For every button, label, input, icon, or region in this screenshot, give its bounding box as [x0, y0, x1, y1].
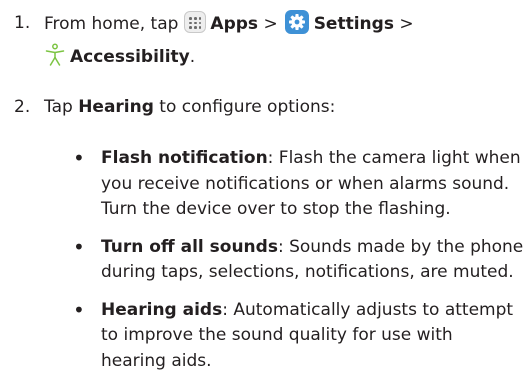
separator-1: >	[263, 14, 278, 34]
bullet-title: Flash notification	[101, 148, 268, 168]
bullet-text: : Flash the camera light when	[267, 148, 521, 168]
step-1-period: .	[189, 47, 196, 67]
settings-icon	[284, 10, 309, 34]
accessibility-label: Accessibility	[70, 47, 190, 67]
settings-label: Settings	[313, 14, 394, 34]
bullet-glyph: •	[73, 235, 85, 259]
bullet-title: Hearing aids	[101, 300, 223, 320]
step-1-prefix: From home, tap	[44, 14, 179, 34]
bullet-glyph: •	[73, 298, 85, 322]
hearing-label: Hearing	[78, 97, 154, 117]
bullet-text: to improve the sound quality for use wit…	[101, 325, 453, 345]
apps-label: Apps	[210, 14, 259, 34]
accessibility-icon	[44, 43, 66, 67]
step-2-suffix: to configure options:	[153, 97, 336, 117]
step-1-number: 1.	[14, 13, 31, 33]
bullet-text: during taps, selections, notifications, …	[101, 262, 514, 282]
step-2-number: 2.	[14, 97, 31, 117]
bullet-text: Turn the device over to stop the flashin…	[101, 199, 451, 219]
apps-icon	[184, 11, 207, 33]
bullet-glyph: •	[73, 146, 85, 170]
bullet-text: hearing aids.	[101, 351, 212, 371]
bullet-title: Turn off all sounds	[101, 237, 278, 257]
bullet-text: : Automatically adjusts to attempt	[222, 300, 514, 320]
separator-2: >	[399, 14, 414, 34]
bullet-text: you receive notifications or when alarms…	[101, 174, 510, 194]
bullet-text: : Sounds made by the phone	[277, 237, 524, 257]
step-2-prefix: Tap	[44, 97, 79, 117]
